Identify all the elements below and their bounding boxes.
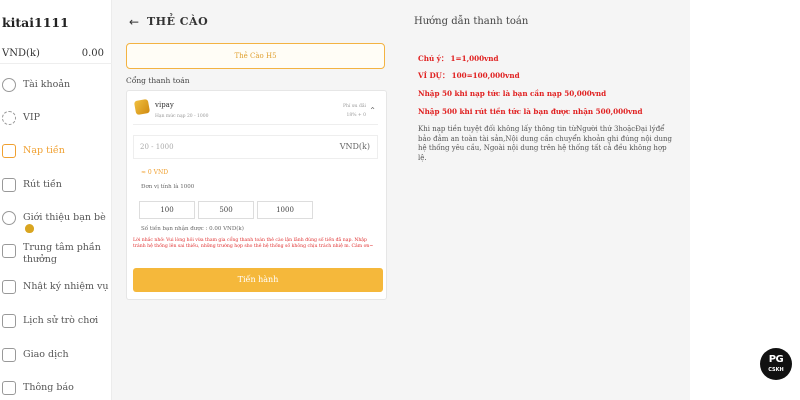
mission-log-icon (2, 280, 16, 294)
support-button[interactable]: PG CSKH (760, 348, 792, 380)
sidebar-item-label: Giao dịch (23, 349, 69, 360)
quick-amount-1000[interactable]: 1000 (257, 201, 313, 219)
withdraw-icon (2, 178, 16, 192)
gateway-label: Cổng thanh toán (126, 76, 190, 85)
sidebar-item-label: Lịch sử trò chơi (23, 315, 99, 326)
converted-amount: ≈ 0 VND (141, 169, 169, 176)
gateway-rate-value: 18% + 0 (346, 113, 367, 118)
payment-guide: Hướng dẫn thanh toán Chú ý： 1=1,000vnd V… (414, 0, 684, 400)
gateway-select[interactable]: vipay Hạn mức nạp 20 - 1000 Phí ưu đãi 18… (133, 97, 378, 125)
proceed-button[interactable]: Tiến hành (133, 268, 383, 292)
amount-input[interactable] (134, 136, 334, 158)
sidebar-item-label: Trung tâm phần thưởng (23, 242, 101, 265)
game-history-icon (2, 314, 16, 328)
user-icon (2, 78, 16, 92)
quick-amount-500[interactable]: 500 (198, 201, 254, 219)
amount-unit: VND(k) (339, 142, 370, 151)
sidebar-item-label: Nhật ký nhiệm vụ (23, 281, 109, 292)
gateway-limit: Hạn mức nạp 20 - 1000 (155, 114, 209, 119)
main-panel: ← THẺ CÀO Thẻ Cào H5 Cổng thanh toán vip… (112, 0, 690, 400)
deposit-card: ← THẺ CÀO Thẻ Cào H5 Cổng thanh toán vip… (112, 0, 396, 400)
method-tab-card-h5[interactable]: Thẻ Cào H5 (126, 43, 385, 69)
sidebar-item-label: Nạp tiền (23, 145, 65, 156)
guide-line: Chú ý： 1=1,000vnd (418, 54, 499, 63)
guide-line: Nhập 500 khi rút tiền tức là bạn được nh… (418, 107, 643, 116)
quick-amount-100[interactable]: 100 (139, 201, 195, 219)
unit-note: Đơn vị tính là 1000 (141, 184, 195, 190)
gateway-rate-label: Phí ưu đãi (342, 104, 366, 109)
money-bag-icon (25, 224, 34, 233)
mail-icon (2, 381, 16, 395)
referral-icon (2, 211, 16, 225)
guide-body: Khi nạp tiền tuyệt đối không lấy thông t… (418, 125, 672, 162)
gateway-name: vipay (155, 101, 174, 109)
vip-gear-icon (2, 111, 16, 125)
warning-note: Lời nhắc nhở: Vui lòng hỏi vừa tham gia … (133, 238, 374, 250)
sidebar-item-label: Rút tiền (23, 179, 62, 190)
guide-title: Hướng dẫn thanh toán (414, 16, 529, 27)
deposit-icon (2, 144, 16, 158)
username: kitai1111 (2, 15, 69, 30)
reward-center-icon (2, 244, 16, 258)
receive-amount: Số tiền bạn nhận được : 0.00 VND(k) (141, 226, 244, 232)
chevron-up-icon[interactable]: ⌃ (369, 106, 376, 115)
balance-currency: VND(k) (2, 48, 40, 59)
gateway-rate: Phí ưu đãi 18% + 0 (343, 102, 366, 120)
page-title: THẺ CÀO (147, 15, 209, 28)
guide-line: Nhập 50 khi nạp tức là bạn cần nạp 50,00… (418, 89, 607, 98)
sidebar-item-label: Giới thiệu bạn bè (23, 212, 106, 223)
support-label: CSKH (768, 367, 784, 373)
sidebar-item-label: Thông báo (23, 382, 74, 393)
vipay-logo-icon (133, 98, 151, 116)
balance-row: VND(k) 0.00 (0, 44, 112, 64)
sidebar: kitai1111 VND(k) 0.00 Tài khoản VIP Nạp … (0, 0, 112, 400)
transaction-icon (2, 348, 16, 362)
guide-line: VÍ DỤ： 100=100,000vnd (418, 71, 520, 80)
back-arrow-icon[interactable]: ← (129, 15, 139, 29)
sidebar-item-label: Tài khoản (23, 79, 71, 90)
balance-amount: 0.00 (81, 48, 104, 59)
sidebar-item-label: VIP (23, 112, 41, 123)
amount-field: VND(k) (133, 135, 378, 159)
support-badge: PG (768, 354, 784, 365)
payment-form: vipay Hạn mức nạp 20 - 1000 Phí ưu đãi 18… (126, 90, 387, 300)
